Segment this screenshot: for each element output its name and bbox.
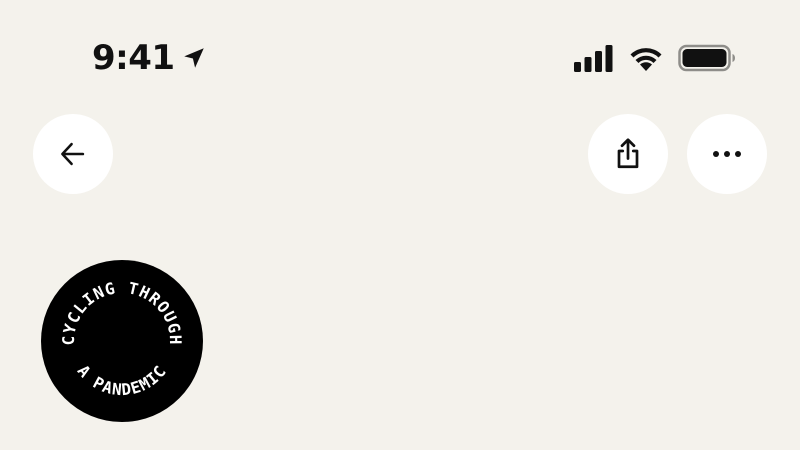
podcast-artwork[interactable]: CYCLING THROUGH A PANDEMIC — [41, 260, 203, 422]
more-options-button[interactable] — [687, 114, 767, 194]
status-icons — [574, 44, 736, 72]
cellular-signal-icon — [574, 45, 613, 72]
share-button[interactable] — [588, 114, 668, 194]
back-button[interactable] — [33, 114, 113, 194]
location-arrow-icon — [183, 48, 204, 68]
battery-icon — [678, 44, 735, 72]
podcast-badge: CYCLING THROUGH A PANDEMIC — [41, 260, 203, 422]
status-time: 9:41 — [92, 38, 207, 78]
arrow-left-icon — [61, 142, 85, 166]
podcast-screen: 9:41 CYCLING THROUGH A PANDEMIC — [0, 0, 800, 450]
ellipsis-icon — [713, 151, 741, 157]
status-time-label: 9:41 — [92, 38, 175, 78]
share-icon — [617, 138, 639, 169]
wifi-icon — [630, 48, 662, 71]
